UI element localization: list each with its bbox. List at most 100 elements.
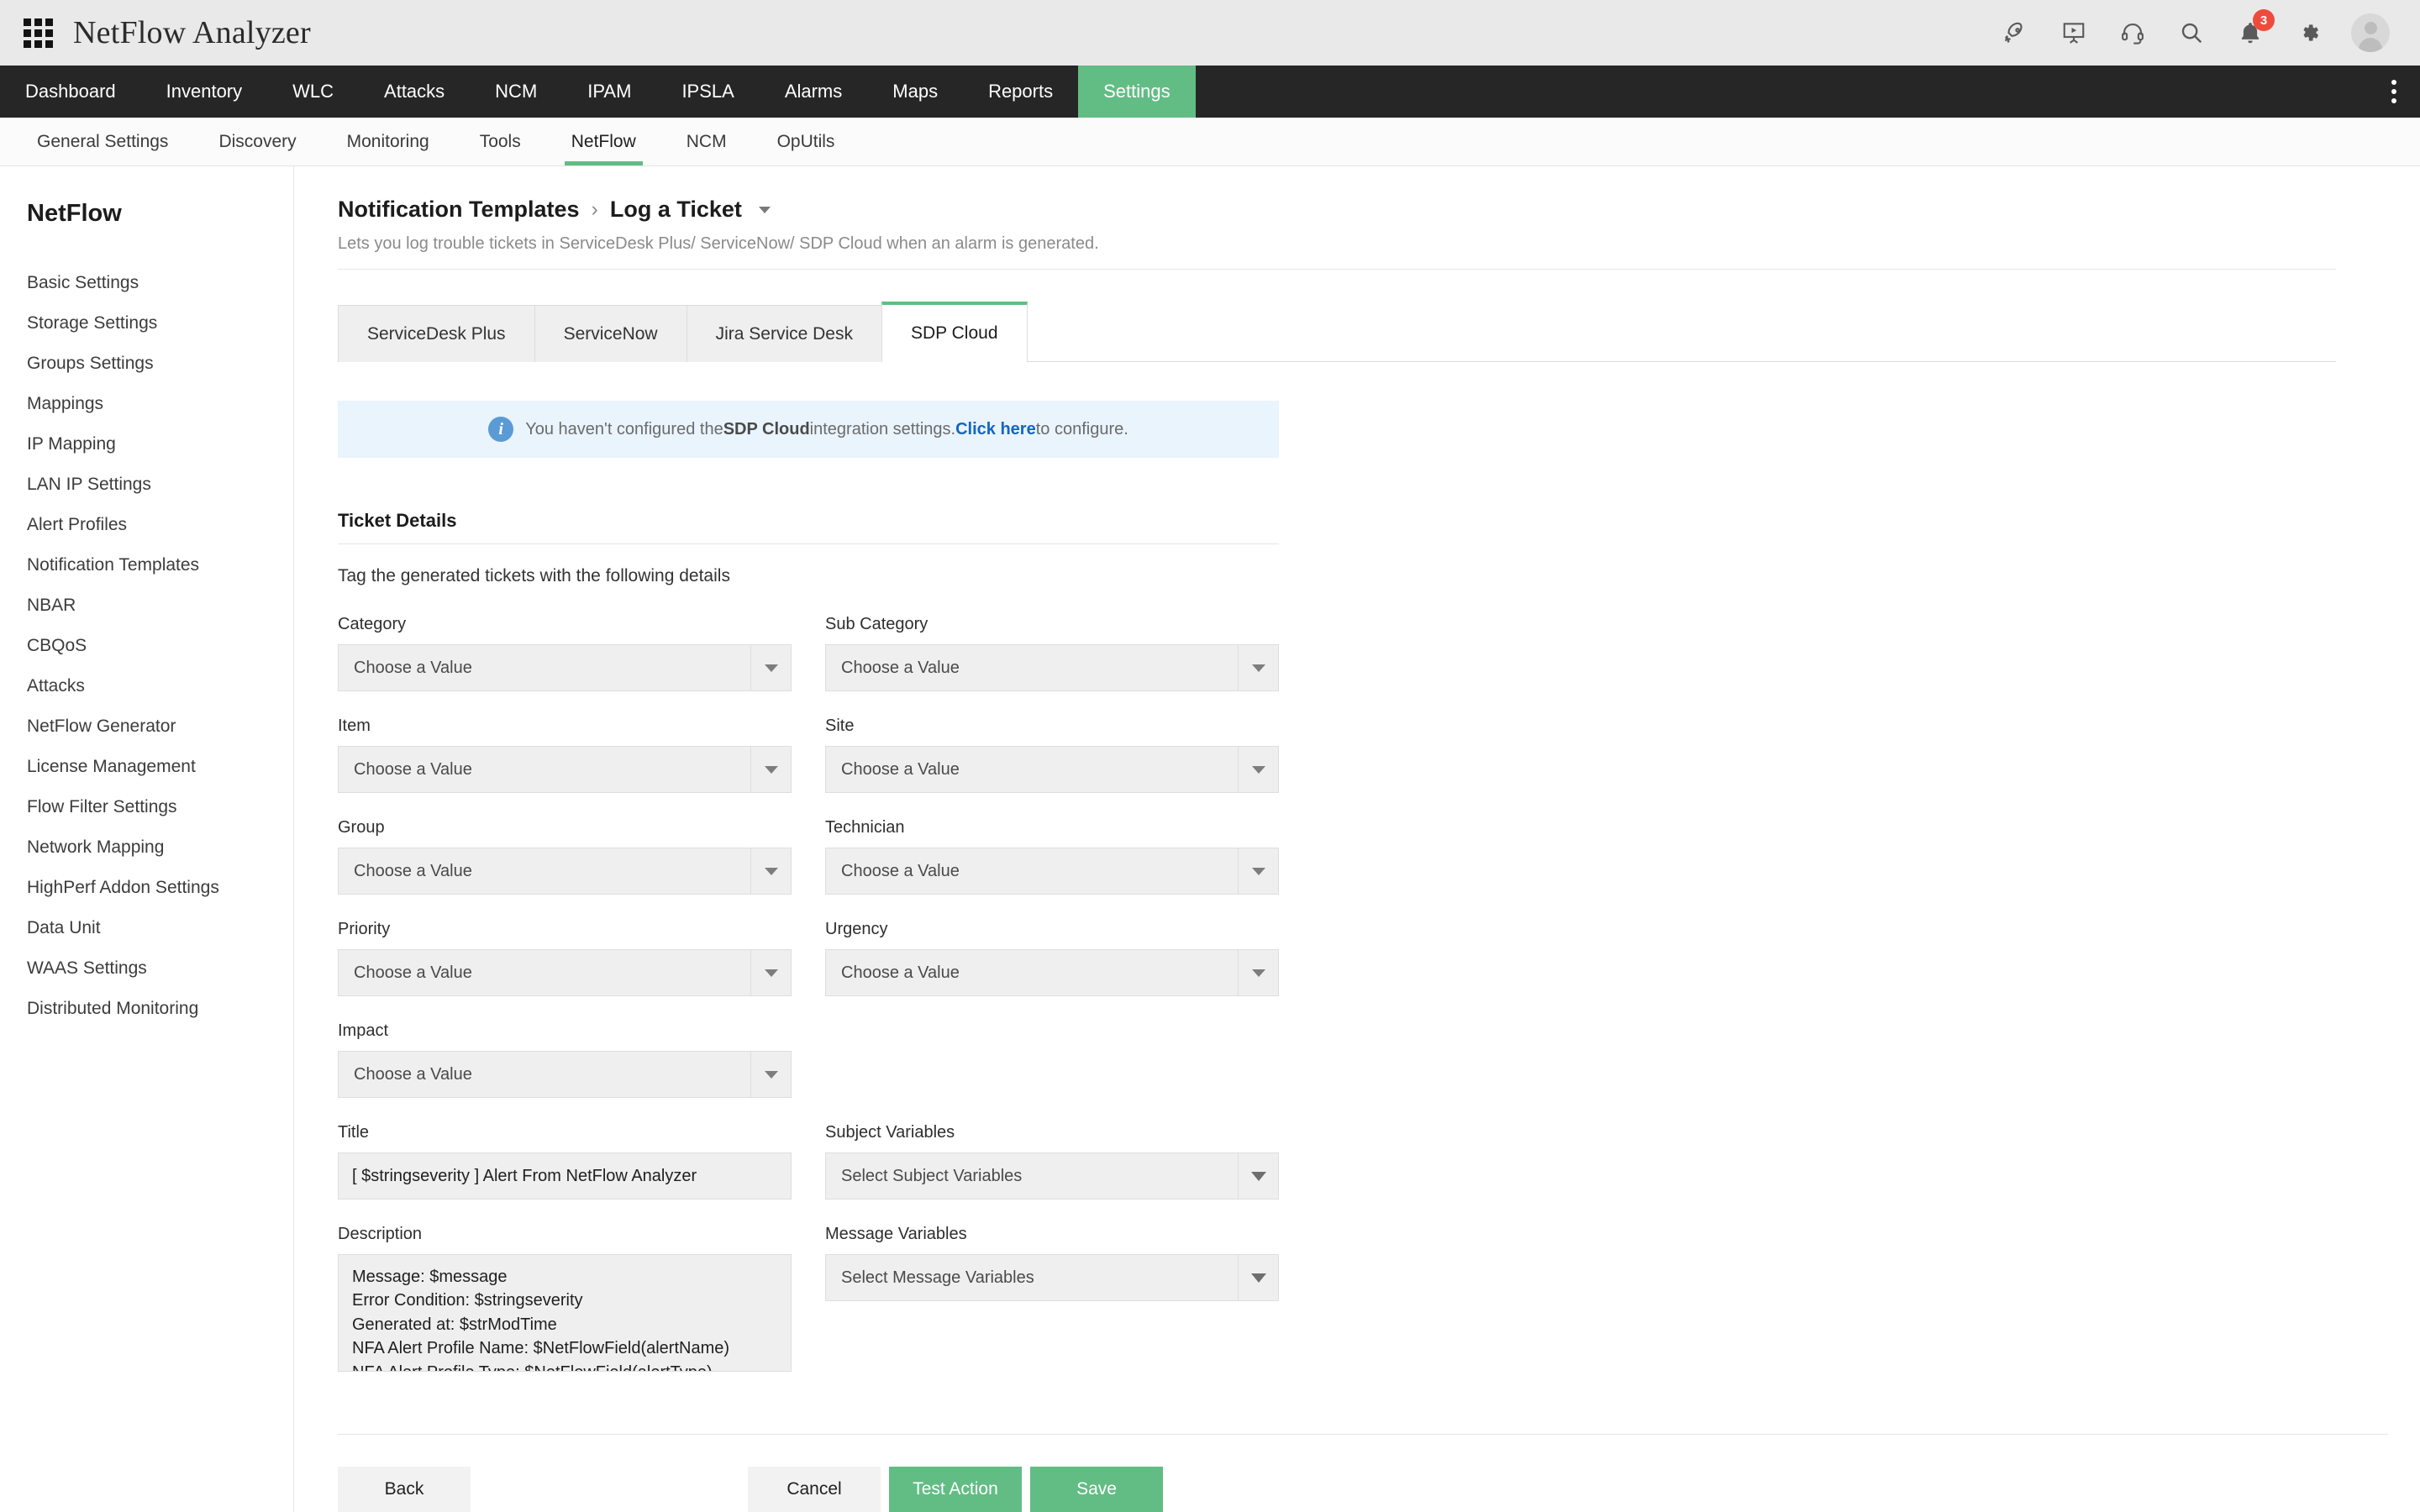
tab-servicenow[interactable]: ServiceNow [534, 305, 687, 362]
sidebar-item-basic-settings[interactable]: Basic Settings [27, 263, 293, 303]
breadcrumb-parent[interactable]: Notification Templates [338, 197, 580, 223]
chevron-down-icon[interactable] [1238, 747, 1278, 792]
field-sub-category: Sub Category Choose a Value [825, 615, 1279, 691]
subnav-item-general-settings[interactable]: General Settings [12, 118, 193, 165]
gear-icon[interactable] [2292, 16, 2326, 50]
test-action-button[interactable]: Test Action [889, 1467, 1022, 1512]
banner-configure-link[interactable]: Click here [955, 420, 1036, 439]
breadcrumb-separator-icon: › [592, 197, 598, 222]
sidebar-heading: NetFlow [27, 200, 293, 228]
sidebar-item-network-mapping[interactable]: Network Mapping [27, 827, 293, 868]
chevron-down-icon[interactable] [750, 645, 791, 690]
label-urgency: Urgency [825, 920, 1279, 939]
nav-item-ncm[interactable]: NCM [470, 66, 562, 118]
nav-item-dashboard[interactable]: Dashboard [0, 66, 141, 118]
sidebar-item-cbqos[interactable]: CBQoS [27, 626, 293, 666]
input-description[interactable]: Message: $message Error Condition: $stri… [338, 1254, 792, 1372]
ticket-details-divider [338, 543, 1279, 544]
subnav-item-tools[interactable]: Tools [455, 118, 546, 165]
select-priority[interactable]: Choose a Value [338, 949, 792, 996]
tab-jira-service-desk[interactable]: Jira Service Desk [687, 305, 882, 362]
tab-servicedesk-plus[interactable]: ServiceDesk Plus [338, 305, 535, 362]
subnav-item-monitoring[interactable]: Monitoring [322, 118, 455, 165]
back-button[interactable]: Back [338, 1467, 471, 1512]
sidebar-item-alert-profiles[interactable]: Alert Profiles [27, 505, 293, 545]
notification-badge: 3 [2253, 9, 2275, 31]
sidebar-item-flow-filter-settings[interactable]: Flow Filter Settings [27, 787, 293, 827]
select-urgency[interactable]: Choose a Value [825, 949, 1279, 996]
nav-item-inventory[interactable]: Inventory [141, 66, 268, 118]
chevron-down-icon[interactable] [1238, 1255, 1278, 1300]
cancel-button[interactable]: Cancel [748, 1467, 881, 1512]
sidebar-item-nbar[interactable]: NBAR [27, 585, 293, 626]
chevron-down-icon[interactable] [759, 207, 771, 213]
label-description: Description [338, 1225, 792, 1244]
subnav-item-discovery[interactable]: Discovery [193, 118, 321, 165]
nav-item-alarms[interactable]: Alarms [760, 66, 867, 118]
select-group[interactable]: Choose a Value [338, 848, 792, 895]
select-message-variables[interactable]: Select Message Variables [825, 1254, 1279, 1301]
nav-item-settings[interactable]: Settings [1078, 66, 1196, 118]
sidebar-item-storage-settings[interactable]: Storage Settings [27, 303, 293, 344]
nav-item-attacks[interactable]: Attacks [359, 66, 470, 118]
sidebar-item-groups-settings[interactable]: Groups Settings [27, 344, 293, 384]
rocket-icon[interactable] [1998, 16, 2032, 50]
sidebar-item-mappings[interactable]: Mappings [27, 384, 293, 424]
grid-gap [792, 1225, 825, 1397]
nav-item-reports[interactable]: Reports [963, 66, 1078, 118]
sidebar-item-attacks[interactable]: Attacks [27, 666, 293, 706]
sidebar-item-highperf-addon-settings[interactable]: HighPerf Addon Settings [27, 868, 293, 908]
sidebar-item-notification-templates[interactable]: Notification Templates [27, 545, 293, 585]
select-subject-variables[interactable]: Select Subject Variables [825, 1152, 1279, 1200]
label-message-variables: Message Variables [825, 1225, 1279, 1244]
sidebar-item-netflow-generator[interactable]: NetFlow Generator [27, 706, 293, 747]
nav-item-ipsla[interactable]: IPSLA [656, 66, 759, 118]
select-impact[interactable]: Choose a Value [338, 1051, 792, 1098]
chevron-down-icon[interactable] [750, 747, 791, 792]
field-description: Description Message: $message Error Cond… [338, 1225, 792, 1372]
apps-grid-icon[interactable] [24, 18, 53, 48]
headset-icon[interactable] [2116, 16, 2149, 50]
input-title[interactable]: [ $stringseverity ] Alert From NetFlow A… [338, 1152, 792, 1200]
footer-divider [338, 1434, 2388, 1435]
chevron-down-icon[interactable] [1238, 645, 1278, 690]
select-site[interactable]: Choose a Value [825, 746, 1279, 793]
select-category[interactable]: Choose a Value [338, 644, 792, 691]
sidebar-item-lan-ip-settings[interactable]: LAN IP Settings [27, 465, 293, 505]
grid-gap [792, 818, 825, 920]
grid-gap [792, 920, 825, 1021]
chevron-down-icon[interactable] [1238, 950, 1278, 995]
subnav-item-netflow[interactable]: NetFlow [546, 118, 661, 165]
nav-item-wlc[interactable]: WLC [267, 66, 359, 118]
avatar[interactable] [2351, 13, 2390, 52]
chevron-down-icon[interactable] [1238, 1153, 1278, 1199]
chevron-down-icon[interactable] [1238, 848, 1278, 894]
select-technician[interactable]: Choose a Value [825, 848, 1279, 895]
grid-gap [792, 1021, 825, 1123]
sidebar-item-ip-mapping[interactable]: IP Mapping [27, 424, 293, 465]
sidebar: NetFlow Basic Settings Storage Settings … [0, 166, 294, 1512]
sidebar-item-distributed-monitoring[interactable]: Distributed Monitoring [27, 989, 293, 1029]
nav-item-ipam[interactable]: IPAM [562, 66, 656, 118]
grid-gap [792, 1123, 825, 1225]
select-sub-category[interactable]: Choose a Value [825, 644, 1279, 691]
sidebar-item-data-unit[interactable]: Data Unit [27, 908, 293, 948]
label-site: Site [825, 717, 1279, 736]
bell-icon[interactable]: 3 [2233, 16, 2267, 50]
save-button[interactable]: Save [1030, 1467, 1163, 1512]
chevron-down-icon[interactable] [750, 1052, 791, 1097]
subnav-item-ncm[interactable]: NCM [661, 118, 752, 165]
subnav-item-oputils[interactable]: OpUtils [752, 118, 860, 165]
search-icon[interactable] [2175, 16, 2208, 50]
ticket-details-form: Category Choose a Value Sub Category Cho… [338, 615, 2370, 1397]
sidebar-item-license-management[interactable]: License Management [27, 747, 293, 787]
chevron-down-icon[interactable] [750, 848, 791, 894]
tab-sdp-cloud[interactable]: SDP Cloud [881, 302, 1028, 362]
select-urgency-value: Choose a Value [826, 950, 1238, 995]
nav-item-maps[interactable]: Maps [867, 66, 963, 118]
select-item[interactable]: Choose a Value [338, 746, 792, 793]
presentation-icon[interactable] [2057, 16, 2091, 50]
sidebar-item-waas-settings[interactable]: WAAS Settings [27, 948, 293, 989]
kebab-menu-icon[interactable] [2368, 66, 2420, 118]
chevron-down-icon[interactable] [750, 950, 791, 995]
